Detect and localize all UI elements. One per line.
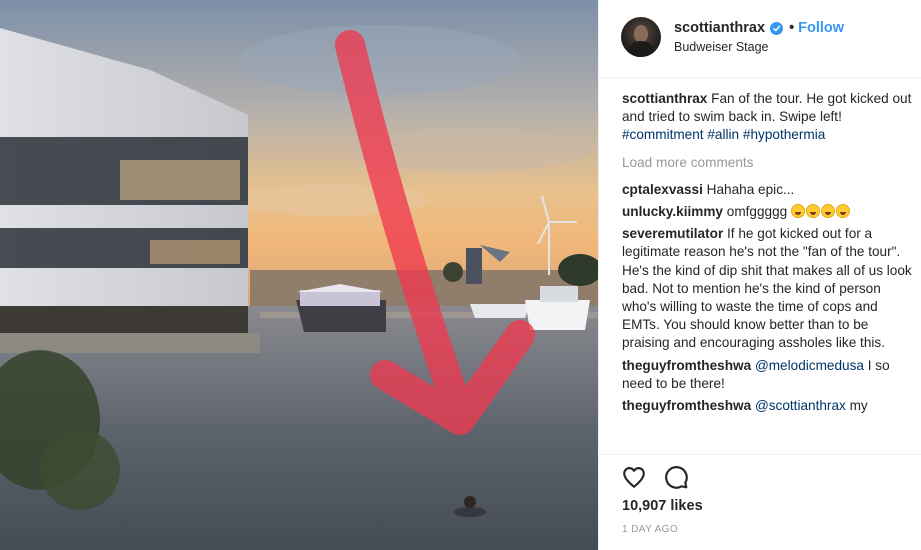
comment-username[interactable]: theguyfromtheshwa bbox=[622, 358, 751, 373]
comment-text: my bbox=[849, 398, 868, 414]
comment-item: unlucky.kiimmy omfggggg bbox=[622, 203, 912, 221]
post-photo-image bbox=[0, 0, 598, 550]
post-timestamp: 1 DAY AGO bbox=[622, 524, 679, 535]
hashtag-link[interactable]: #hypothermia bbox=[743, 127, 825, 142]
post-side-panel: scottianthrax • Follow Budweiser Stage s… bbox=[598, 0, 921, 550]
heart-icon[interactable] bbox=[621, 464, 647, 490]
comment-item: severemutilator If he got kicked out for… bbox=[622, 225, 912, 352]
caption: scottianthrax Fan of the tour. He got ki… bbox=[622, 90, 912, 145]
likes-count[interactable]: 10,907 likes bbox=[622, 498, 703, 514]
comment-username[interactable]: severemutilator bbox=[622, 226, 723, 241]
comment-username[interactable]: unlucky.kiimmy bbox=[622, 204, 723, 219]
comment-item: theguyfromtheshwa @scottianthrax my bbox=[622, 397, 912, 415]
caption-username[interactable]: scottianthrax bbox=[622, 91, 707, 106]
post-header: scottianthrax • Follow Budweiser Stage bbox=[599, 0, 921, 78]
comment-username[interactable]: cptalexvassi bbox=[622, 182, 703, 197]
follow-button[interactable]: Follow bbox=[798, 20, 844, 36]
verified-badge-icon bbox=[770, 21, 784, 35]
laughing-emoji-icon bbox=[821, 204, 836, 219]
hashtag-link[interactable]: #commitment bbox=[622, 127, 704, 142]
post-photo[interactable] bbox=[0, 0, 598, 550]
comment-text: If he got kicked out for a legitimate re… bbox=[622, 226, 912, 351]
laughing-emoji-icon bbox=[836, 204, 851, 219]
laughing-emoji-icon bbox=[791, 204, 806, 219]
mention-link[interactable]: @scottianthrax bbox=[755, 398, 846, 413]
comment-item: theguyfromtheshwa @melodicmedusa I so ne… bbox=[622, 357, 912, 393]
comment-bubble-icon[interactable] bbox=[663, 464, 689, 490]
hashtag-link[interactable]: #allin bbox=[707, 127, 739, 142]
load-more-comments-button[interactable]: Load more comments bbox=[622, 154, 912, 172]
comment-username[interactable]: theguyfromtheshwa bbox=[622, 398, 751, 413]
username-row: scottianthrax • Follow bbox=[674, 20, 844, 36]
laughing-emoji-icon bbox=[806, 204, 821, 219]
separator-dot: • bbox=[789, 20, 795, 36]
comments-list[interactable]: scottianthrax Fan of the tour. He got ki… bbox=[622, 90, 912, 452]
post-actions bbox=[621, 464, 689, 490]
mention-link[interactable]: @melodicmedusa bbox=[755, 358, 864, 373]
comment-item: cptalexvassi Hahaha epic... bbox=[622, 181, 912, 199]
location-link[interactable]: Budweiser Stage bbox=[674, 40, 769, 54]
avatar[interactable] bbox=[621, 17, 661, 57]
divider bbox=[599, 454, 921, 455]
comment-text: omfggggg bbox=[726, 204, 788, 220]
post-username[interactable]: scottianthrax bbox=[674, 20, 765, 36]
comment-text: Hahaha epic... bbox=[706, 181, 795, 197]
